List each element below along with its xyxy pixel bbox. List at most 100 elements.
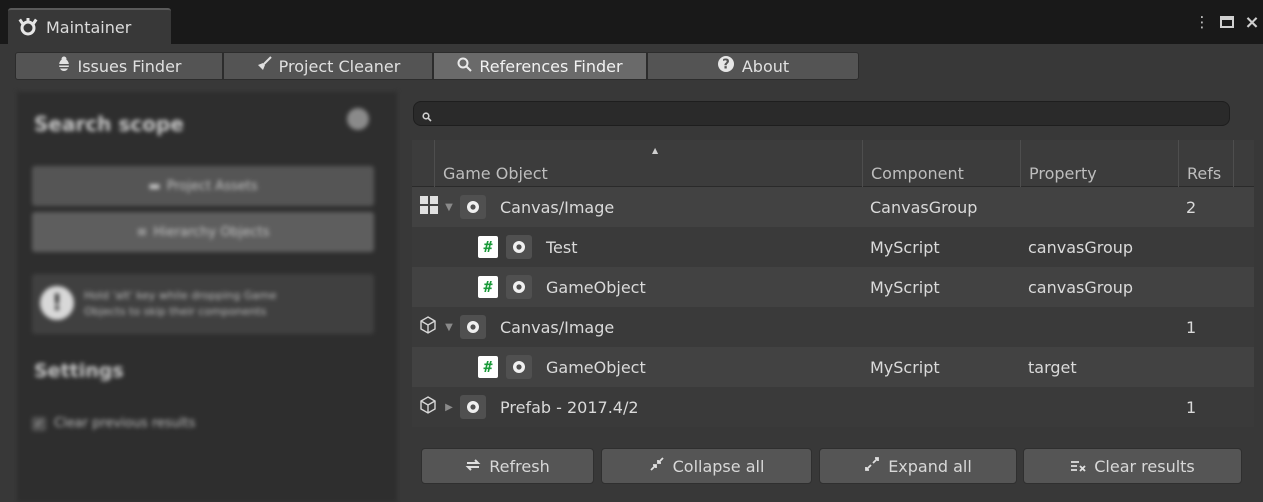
game-object-cell: # GameObject: [478, 347, 646, 387]
window-tab-maintainer[interactable]: Maintainer: [8, 8, 171, 44]
game-object-name: Test: [546, 237, 578, 257]
note-line-1: Hold 'alt' key while dropping Game: [84, 289, 277, 302]
project-assets-button[interactable]: ▬ Project Assets: [32, 166, 374, 206]
settings-title: Settings: [34, 360, 124, 382]
eye-icon[interactable]: [506, 235, 532, 259]
table-row[interactable]: # Test MyScript canvasGroup: [412, 227, 1254, 267]
kebab-menu-icon[interactable]: ⋮: [1195, 12, 1210, 32]
script-icon: #: [478, 276, 498, 298]
eye-icon[interactable]: [460, 315, 486, 339]
scene-grid-icon: [420, 196, 438, 218]
svg-text:?: ?: [722, 58, 730, 73]
close-icon[interactable]: ×: [1243, 12, 1261, 33]
prefab-cube-icon: [418, 315, 438, 339]
game-object-cell: # GameObject: [478, 267, 646, 307]
header-label: Property: [1029, 164, 1097, 183]
table-row[interactable]: ▼ Canvas/Image CanvasGroup 2: [412, 187, 1254, 227]
column-header-game-object[interactable]: Game Object: [434, 140, 862, 187]
button-label: Refresh: [489, 456, 550, 476]
window-title: Maintainer: [46, 17, 132, 37]
hierarchy-objects-button[interactable]: ≡ Hierarchy Objects: [32, 212, 374, 252]
refs-cell: 1: [1186, 397, 1197, 417]
maintainer-logo-icon: [18, 17, 38, 37]
refresh-icon: [465, 457, 481, 476]
button-label: Project Assets: [166, 178, 258, 194]
column-header-component[interactable]: Component: [862, 140, 1020, 187]
game-object-name: GameObject: [546, 357, 646, 377]
search-icon: [457, 57, 473, 76]
tab-references-finder[interactable]: References Finder: [433, 52, 647, 80]
game-object-name: Canvas/Image: [500, 317, 615, 337]
maximize-icon[interactable]: [1218, 12, 1236, 32]
eye-icon[interactable]: [506, 355, 532, 379]
table-header: Game Object ▲ Component Property Refs: [412, 140, 1254, 187]
search-icon: [422, 107, 432, 126]
expand-all-button[interactable]: Expand all: [819, 448, 1017, 484]
game-object-name: GameObject: [546, 277, 646, 297]
main-tab-bar: Issues Finder Project Cleaner References…: [15, 52, 859, 80]
component-cell: MyScript: [870, 357, 940, 377]
tab-label: About: [741, 56, 790, 76]
column-header-property[interactable]: Property: [1020, 140, 1178, 187]
header-label: Refs: [1187, 164, 1222, 183]
header-label: Game Object: [443, 164, 548, 183]
tab-project-cleaner[interactable]: Project Cleaner: [223, 52, 433, 80]
search-input[interactable]: [413, 101, 1230, 126]
eye-icon[interactable]: [460, 395, 486, 419]
table-row[interactable]: ▶ Prefab - 2017.4/2 1: [412, 387, 1254, 427]
maintainer-window-body: Issues Finder Project Cleaner References…: [0, 44, 1263, 502]
settings-gear-icon[interactable]: [347, 108, 369, 130]
game-object-cell: ▼ Canvas/Image: [418, 307, 614, 347]
component-cell: CanvasGroup: [870, 197, 978, 217]
table-row[interactable]: ▼ Canvas/Image 1: [412, 307, 1254, 347]
table-row[interactable]: # GameObject MyScript target: [412, 347, 1254, 387]
tab-label: Issues Finder: [77, 56, 182, 76]
button-label: Collapse all: [672, 456, 765, 476]
tab-label: Project Cleaner: [278, 56, 401, 76]
refs-cell: 1: [1186, 317, 1197, 337]
expand-icon: [864, 456, 880, 476]
note-line-2: Objects to skip their components: [84, 305, 267, 318]
eye-icon[interactable]: [506, 275, 532, 299]
refresh-button[interactable]: Refresh: [421, 448, 594, 484]
tab-label: References Finder: [479, 56, 623, 76]
window-title-bar: Maintainer ⋮ ×: [0, 0, 1263, 44]
button-label: Expand all: [888, 456, 972, 476]
search-scope-panel: Search scope ▬ Project Assets ≡ Hierarch…: [17, 92, 397, 502]
property-cell: canvasGroup: [1028, 237, 1134, 257]
clear-results-button[interactable]: Clear results: [1023, 448, 1242, 484]
clear-previous-results-toggle[interactable]: ✓ Clear previous results: [32, 416, 195, 431]
tab-issues-finder[interactable]: Issues Finder: [15, 52, 223, 80]
tab-about[interactable]: ? About: [647, 52, 859, 80]
checkbox-checked-icon: ✓: [32, 416, 46, 431]
refs-cell: 2: [1186, 197, 1197, 217]
collapse-all-button[interactable]: Collapse all: [601, 448, 812, 484]
game-object-cell: ▶ Prefab - 2017.4/2: [418, 387, 639, 427]
component-cell: MyScript: [870, 277, 940, 297]
note-text: Hold 'alt' key while dropping Game Objec…: [84, 288, 277, 320]
header-label: Component: [871, 164, 964, 183]
button-label: Hierarchy Objects: [153, 224, 270, 240]
references-table: Game Object ▲ Component Property Refs ▼: [412, 140, 1254, 427]
game-object-cell: # Test: [478, 227, 578, 267]
clear-list-icon: [1070, 457, 1086, 476]
sort-ascending-icon: ▲: [652, 146, 659, 155]
game-object-name: Canvas/Image: [500, 197, 615, 217]
button-label: Clear results: [1094, 456, 1195, 476]
table-row[interactable]: # GameObject MyScript canvasGroup: [412, 267, 1254, 307]
expand-toggle-icon[interactable]: ▼: [442, 322, 456, 333]
eye-icon[interactable]: [460, 195, 486, 219]
script-icon: #: [478, 236, 498, 258]
toggle-label: Clear previous results: [54, 416, 196, 431]
collapse-icon: [649, 456, 665, 476]
hierarchy-icon: ≡: [136, 224, 148, 240]
component-cell: MyScript: [870, 237, 940, 257]
property-cell: canvasGroup: [1028, 277, 1134, 297]
script-icon: #: [478, 356, 498, 378]
column-header-refs[interactable]: Refs: [1178, 140, 1234, 187]
search-scope-title: Search scope: [34, 112, 184, 136]
bug-icon: [57, 56, 71, 76]
game-object-name: Prefab - 2017.4/2: [500, 397, 639, 417]
expand-toggle-icon[interactable]: ▼: [442, 202, 456, 213]
expand-toggle-icon[interactable]: ▶: [442, 402, 456, 413]
